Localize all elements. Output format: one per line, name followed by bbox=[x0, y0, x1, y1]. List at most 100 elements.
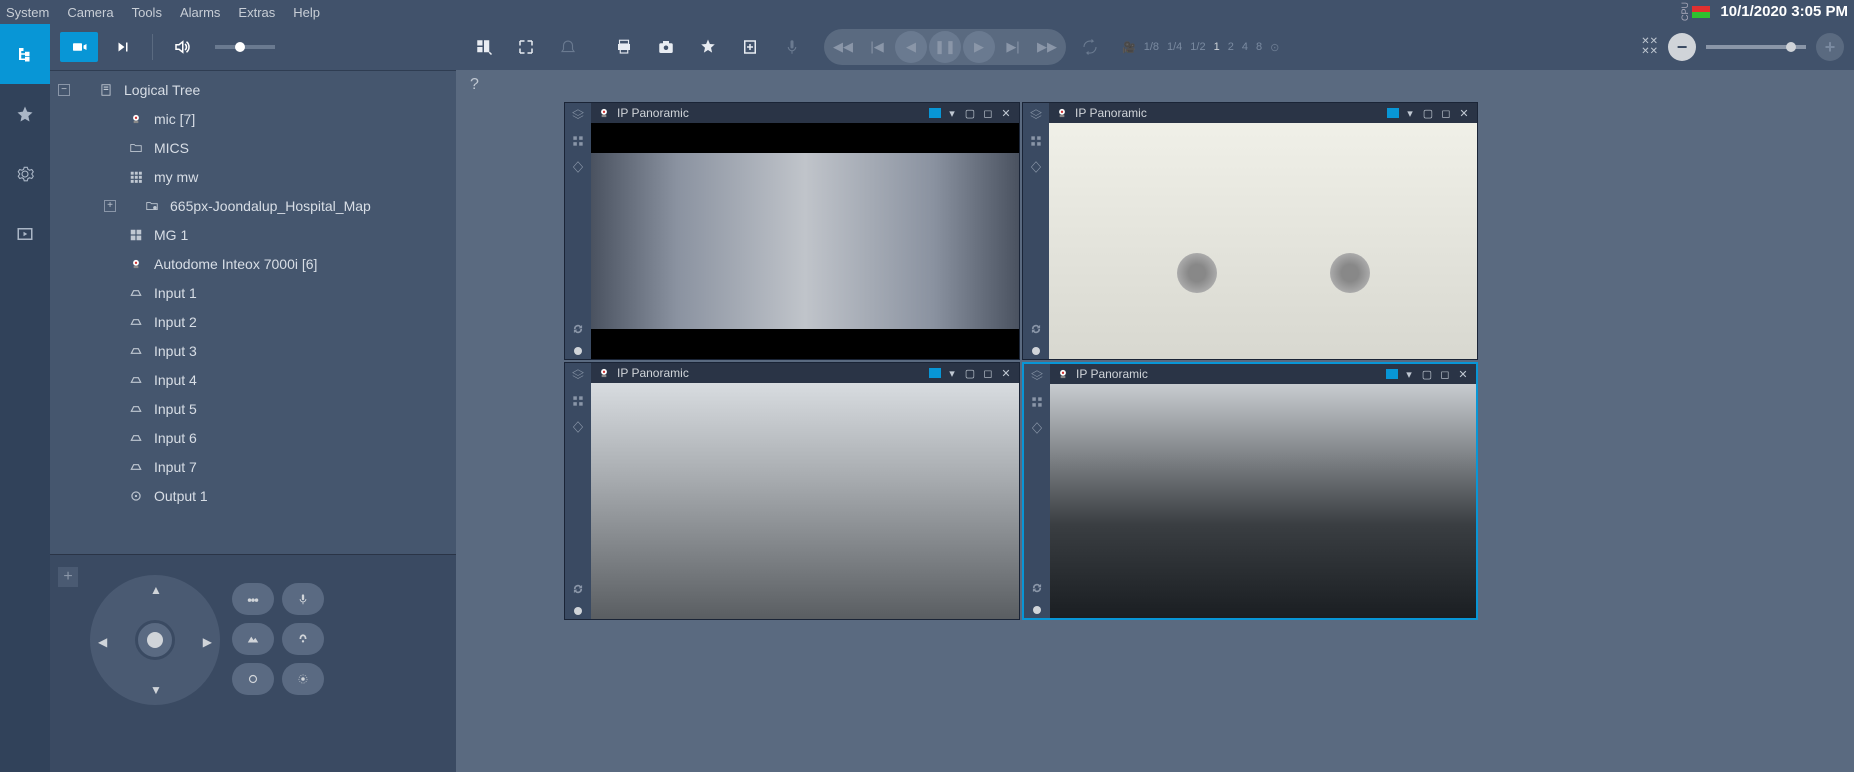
grid-collapse-icon[interactable]: ✕✕✕✕ bbox=[1641, 38, 1658, 56]
pane-grid-icon[interactable] bbox=[1029, 394, 1045, 410]
ptz-center-button[interactable] bbox=[135, 620, 175, 660]
pane-layers-icon[interactable] bbox=[570, 107, 586, 123]
pane-record-icon[interactable] bbox=[1033, 606, 1041, 614]
menu-help[interactable]: Help bbox=[293, 5, 320, 20]
maximize-icon[interactable]: ◻ bbox=[1438, 368, 1452, 380]
pane-layers-icon[interactable] bbox=[570, 367, 586, 383]
speaker-icon[interactable] bbox=[163, 32, 201, 62]
minimize-icon[interactable]: ▢ bbox=[1420, 368, 1434, 380]
close-icon[interactable]: ✕ bbox=[999, 107, 1013, 119]
ptz-up-icon[interactable]: ▲ bbox=[150, 583, 162, 597]
chevron-down-icon[interactable]: ▾ bbox=[1403, 107, 1417, 119]
tree-item[interactable]: Input 2 bbox=[50, 307, 456, 336]
close-icon[interactable]: ✕ bbox=[1457, 107, 1471, 119]
rail-gear-icon[interactable] bbox=[0, 144, 50, 204]
pane-grid-icon[interactable] bbox=[570, 393, 586, 409]
layout-button[interactable] bbox=[466, 30, 502, 64]
minimize-icon[interactable]: ▢ bbox=[963, 367, 977, 379]
video-pane[interactable]: IP Panoramic ▾ ▢ ◻ ✕ bbox=[564, 362, 1020, 620]
rail-star-icon[interactable] bbox=[0, 84, 50, 144]
pane-grid-icon[interactable] bbox=[570, 133, 586, 149]
rail-playback-icon[interactable] bbox=[0, 204, 50, 264]
zoom-in-button[interactable]: + bbox=[1816, 33, 1844, 61]
pane-record-icon[interactable] bbox=[1032, 347, 1040, 355]
pane-grid-icon[interactable] bbox=[1028, 133, 1044, 149]
live-mode-button[interactable] bbox=[60, 32, 98, 62]
pane-refresh-icon[interactable] bbox=[1029, 580, 1045, 596]
video-feed[interactable] bbox=[1050, 384, 1476, 618]
step-back-button[interactable]: ◀ bbox=[895, 31, 927, 63]
tree-root[interactable]: − Logical Tree bbox=[50, 75, 456, 104]
menu-camera[interactable]: Camera bbox=[67, 5, 113, 20]
minimize-icon[interactable]: ▢ bbox=[1421, 107, 1435, 119]
pane-refresh-icon[interactable] bbox=[570, 581, 586, 597]
fullscreen-button[interactable] bbox=[508, 30, 544, 64]
tree-item[interactable]: my mw bbox=[50, 162, 456, 191]
tree-item[interactable]: Input 7 bbox=[50, 452, 456, 481]
pane-diamond-icon[interactable] bbox=[1028, 159, 1044, 175]
rewind-button[interactable]: |◀ bbox=[861, 31, 893, 63]
tree-item[interactable]: Output 1 bbox=[50, 481, 456, 510]
ptz-left-icon[interactable]: ◀ bbox=[98, 635, 107, 649]
favorite-button[interactable] bbox=[690, 30, 726, 64]
tree-item[interactable]: MG 1 bbox=[50, 220, 456, 249]
play-forward-button[interactable] bbox=[104, 32, 142, 62]
ptz-preset-button[interactable] bbox=[232, 583, 274, 615]
ptz-joystick[interactable]: ▲ ▼ ◀ ▶ bbox=[90, 575, 220, 705]
alarm-button[interactable] bbox=[550, 30, 586, 64]
maximize-icon[interactable]: ◻ bbox=[981, 367, 995, 379]
video-pane[interactable]: IP Panoramic ▾ ▢ ◻ ✕ bbox=[564, 102, 1020, 360]
tree-item[interactable]: Input 3 bbox=[50, 336, 456, 365]
ptz-aux2-button[interactable] bbox=[282, 663, 324, 695]
menu-alarms[interactable]: Alarms bbox=[180, 5, 220, 20]
video-pane[interactable]: IP Panoramic ▾ ▢ ◻ ✕ bbox=[1022, 362, 1478, 620]
collapse-icon[interactable]: − bbox=[58, 84, 70, 96]
tree-item[interactable]: Input 4 bbox=[50, 365, 456, 394]
tree-item[interactable]: Input 5 bbox=[50, 394, 456, 423]
tree-item[interactable]: Autodome Inteox 7000i [6] bbox=[50, 249, 456, 278]
print-button[interactable] bbox=[606, 30, 642, 64]
maximize-icon[interactable]: ◻ bbox=[1439, 107, 1453, 119]
tree-item[interactable]: +665px-Joondalup_Hospital_Map bbox=[50, 191, 456, 220]
ptz-iris-button[interactable] bbox=[232, 623, 274, 655]
menu-extras[interactable]: Extras bbox=[238, 5, 275, 20]
chevron-down-icon[interactable]: ▾ bbox=[1402, 368, 1416, 380]
menu-system[interactable]: System bbox=[6, 5, 49, 20]
chevron-down-icon[interactable]: ▾ bbox=[945, 107, 959, 119]
zoom-slider[interactable] bbox=[1706, 45, 1806, 49]
tree-item[interactable]: MICS bbox=[50, 133, 456, 162]
rewind-fast-button[interactable]: ◀◀ bbox=[827, 31, 859, 63]
expand-icon[interactable]: + bbox=[104, 200, 116, 212]
step-forward-button[interactable]: ▶ bbox=[963, 31, 995, 63]
forward-button[interactable]: ▶| bbox=[997, 31, 1029, 63]
tree-item[interactable]: Input 6 bbox=[50, 423, 456, 452]
menu-tools[interactable]: Tools bbox=[132, 5, 162, 20]
pane-refresh-icon[interactable] bbox=[570, 321, 586, 337]
tree-item[interactable]: Input 1 bbox=[50, 278, 456, 307]
video-pane[interactable]: IP Panoramic ▾ ▢ ◻ ✕ bbox=[1022, 102, 1478, 360]
zoom-out-button[interactable]: − bbox=[1668, 33, 1696, 61]
pane-diamond-icon[interactable] bbox=[1029, 420, 1045, 436]
ptz-add-button[interactable]: + bbox=[58, 567, 78, 587]
snapshot-button[interactable] bbox=[648, 30, 684, 64]
video-feed[interactable] bbox=[1049, 123, 1477, 359]
pause-button[interactable]: ❚❚ bbox=[929, 31, 961, 63]
ptz-right-icon[interactable]: ▶ bbox=[203, 635, 212, 649]
pane-layers-icon[interactable] bbox=[1028, 107, 1044, 123]
close-icon[interactable]: ✕ bbox=[1456, 368, 1470, 380]
volume-slider[interactable] bbox=[215, 45, 275, 49]
ptz-aux1-button[interactable] bbox=[232, 663, 274, 695]
video-feed[interactable] bbox=[591, 383, 1019, 619]
tree-item[interactable]: mic [7] bbox=[50, 104, 456, 133]
pane-record-icon[interactable] bbox=[574, 347, 582, 355]
chevron-down-icon[interactable]: ▾ bbox=[945, 367, 959, 379]
help-icon[interactable]: ? bbox=[470, 76, 479, 94]
loop-button[interactable] bbox=[1072, 30, 1108, 64]
ptz-down-icon[interactable]: ▼ bbox=[150, 683, 162, 697]
rail-tree-icon[interactable] bbox=[0, 24, 50, 84]
pane-diamond-icon[interactable] bbox=[570, 159, 586, 175]
pane-layers-icon[interactable] bbox=[1029, 368, 1045, 384]
pane-refresh-icon[interactable] bbox=[1028, 321, 1044, 337]
ptz-mic-button[interactable] bbox=[282, 583, 324, 615]
pane-record-icon[interactable] bbox=[574, 607, 582, 615]
